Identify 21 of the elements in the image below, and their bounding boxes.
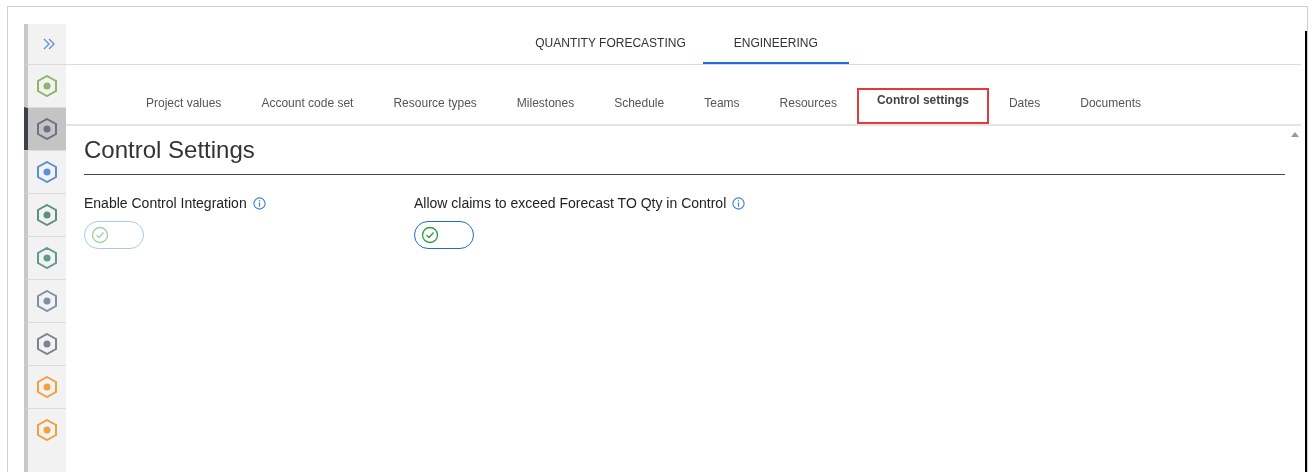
tab[interactable]: Teams	[684, 88, 760, 124]
tab[interactable]: Project values	[126, 88, 242, 124]
page-title: Control Settings	[84, 136, 1285, 175]
setting-label: Enable Control Integration	[84, 195, 247, 211]
tab[interactable]: Schedule	[594, 88, 685, 124]
tab[interactable]: Documents	[1060, 88, 1161, 124]
info-icon[interactable]	[252, 196, 266, 210]
tab[interactable]: Account code set	[241, 88, 374, 124]
tab[interactable]: QUANTITY FORECASTING	[518, 24, 703, 64]
scroll-up-icon[interactable]	[1291, 132, 1299, 137]
setting-label: Allow claims to exceed Forecast TO Qty in Control	[414, 195, 727, 211]
tab[interactable]: Control settings	[856, 88, 989, 124]
tab[interactable]: Milestones	[496, 88, 595, 124]
info-icon[interactable]	[732, 196, 746, 210]
tab[interactable]: Dates	[988, 88, 1061, 124]
sidebar-item[interactable]	[24, 107, 66, 150]
tab[interactable]: Resource types	[373, 88, 497, 124]
tab[interactable]: ENGINEERING	[702, 24, 849, 64]
check-circle-icon	[421, 226, 439, 244]
check-circle-icon	[91, 226, 109, 244]
tab[interactable]: Resources	[759, 88, 857, 124]
